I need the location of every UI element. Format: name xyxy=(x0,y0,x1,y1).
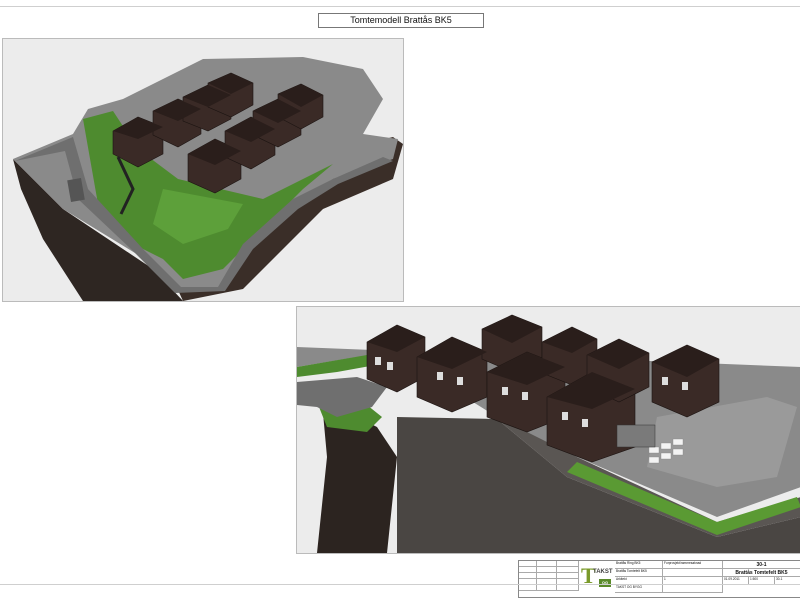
top-rule xyxy=(0,6,800,7)
site-model-render-1 xyxy=(3,39,403,301)
company-logo: T TAKST OG xyxy=(579,563,615,593)
tb-phase: Forprosjekt/rammesøknad xyxy=(663,561,723,569)
tb-cell-l xyxy=(557,585,579,591)
tb-project-small: Brattås Ring BK5 xyxy=(615,561,663,569)
logo-box: OG xyxy=(599,579,611,587)
tb-cell-j xyxy=(519,585,537,591)
tb-cell-k xyxy=(537,585,557,591)
tb-empty-2 xyxy=(663,585,723,593)
tb-project-title: Brattås Tomtefelt BK5 xyxy=(723,569,800,577)
bottom-rule xyxy=(0,584,800,585)
tb-drawing-no: 30-1 xyxy=(723,561,800,569)
site-model-render-2 xyxy=(297,307,800,553)
site-model-view-2 xyxy=(296,306,800,554)
tb-empty-1 xyxy=(663,569,723,577)
logo-letter: T xyxy=(581,563,596,588)
tb-company: TAKST OG BYGG xyxy=(615,585,663,593)
site-model-view-1 xyxy=(2,38,404,302)
drawing-sheet: Tomtemodell Brattås BK5 T TAKST OG Bratt… xyxy=(0,0,800,600)
sheet-title: Tomtemodell Brattås BK5 xyxy=(318,13,484,28)
tb-project-short: Brattås Tomtefelt BK5 xyxy=(615,569,663,577)
logo-text: TAKST xyxy=(593,569,613,575)
title-block: T TAKST OG Brattås Ring BK5 Brattås Tomt… xyxy=(518,560,800,598)
